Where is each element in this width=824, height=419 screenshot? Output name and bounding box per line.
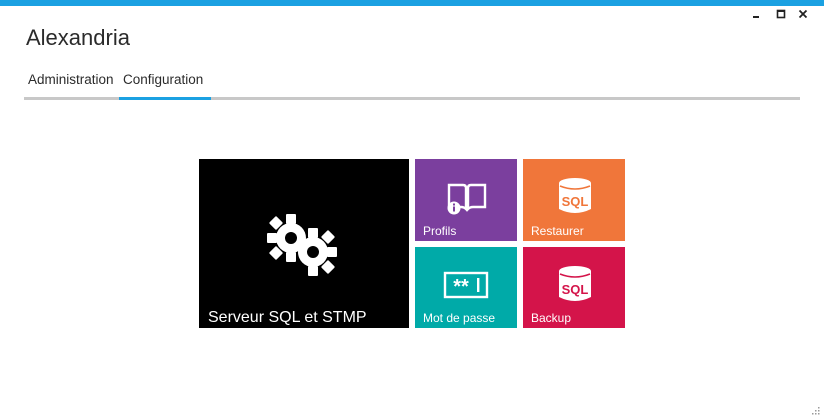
maximize-icon xyxy=(776,9,786,19)
tile-label: Backup xyxy=(531,311,572,325)
resize-grip-icon[interactable] xyxy=(810,405,820,415)
tile-backup[interactable]: SQL Backup xyxy=(523,247,625,328)
sql-text: SQL xyxy=(562,194,589,209)
minimize-icon xyxy=(753,16,759,18)
tab-administration[interactable]: Administration xyxy=(28,71,114,97)
minimize-button[interactable] xyxy=(750,7,764,21)
tile-label: Profils xyxy=(423,224,457,238)
tile-label: Restaurer xyxy=(531,224,584,238)
tile-password[interactable]: ** Mot de passe xyxy=(415,247,517,328)
book-info-icon xyxy=(447,183,487,215)
sql-database-icon: SQL xyxy=(559,178,591,213)
app-title: Alexandria xyxy=(26,25,130,50)
tile-label: Serveur SQL et STMP xyxy=(208,309,367,326)
close-icon xyxy=(798,9,808,19)
sql-text: SQL xyxy=(562,282,589,297)
close-button[interactable] xyxy=(796,7,810,21)
tab-bar: Administration Configuration xyxy=(24,71,800,100)
tile-restore[interactable]: SQL Restaurer xyxy=(523,159,625,241)
tile-label: Mot de passe xyxy=(423,311,496,325)
sql-database-icon: SQL xyxy=(559,266,591,301)
maximize-button[interactable] xyxy=(774,7,788,21)
tile-profiles[interactable]: Profils xyxy=(415,159,517,241)
password-field-icon: ** xyxy=(443,271,489,299)
window-accent-bar xyxy=(0,0,824,6)
password-mask-text: ** xyxy=(453,276,469,298)
gears-icon xyxy=(267,214,337,276)
tile-sql-smtp-server[interactable]: Serveur SQL et STMP xyxy=(199,159,409,328)
tab-configuration[interactable]: Configuration xyxy=(118,71,212,100)
